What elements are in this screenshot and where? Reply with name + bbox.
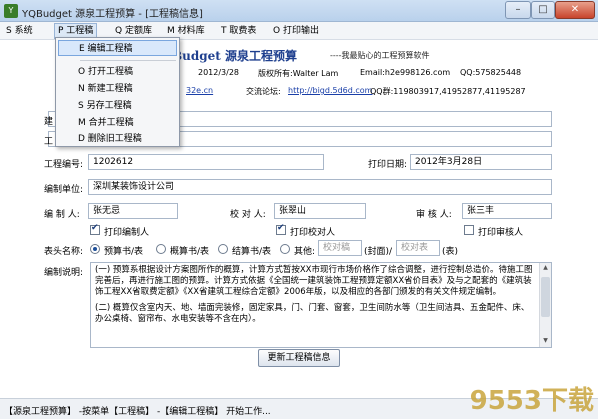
notes-textarea[interactable]: (一) 预算系根据设计方案图所作的概算，计算方式暂按XX市现行市场价格作了综合调…: [90, 262, 552, 348]
menu-quota[interactable]: Q 定额库: [115, 24, 152, 38]
radio-budget[interactable]: [90, 244, 100, 254]
banner-date: 2012/3/28: [198, 68, 240, 77]
scroll-up-icon[interactable]: ▲: [541, 264, 550, 273]
editor-field[interactable]: 张无忌: [88, 203, 178, 219]
status-text: 【源泉工程预算】 -按菜单【工程稿】 -【编辑工程稿】 开始工作...: [4, 407, 271, 417]
unit-field[interactable]: 深圳某装饰设计公司: [88, 179, 552, 195]
banner-forum-link[interactable]: http://bigd.5d6d.com: [288, 86, 372, 95]
radio-estimate-label: 概算书/表: [170, 247, 210, 257]
print-editor-label: 打印编制人: [104, 228, 150, 238]
notes-scrollbar[interactable]: ▲ ▼: [539, 263, 551, 347]
reviewer-label: 审 核 人:: [416, 210, 452, 220]
radio-budget-label: 预算书/表: [104, 247, 144, 257]
project-address-label-fragment: 工: [44, 137, 54, 147]
banner-qq: QQ:575825448: [460, 68, 522, 77]
checker-field[interactable]: 张翠山: [274, 203, 366, 219]
print-date-field[interactable]: 2012年3月28日: [410, 154, 552, 170]
title-bar: Y YQBudget 源泉工程预算 - [工程稿信息] – □ ✕: [0, 0, 598, 22]
banner-product-name: Budget 源泉工程预算: [172, 49, 298, 63]
scroll-thumb[interactable]: [541, 277, 550, 317]
menu-material[interactable]: M 材料库: [167, 24, 205, 38]
header-name-label: 表头名称:: [44, 247, 84, 257]
cover-suffix-label: (封面)/: [364, 247, 393, 257]
notes-paragraph-1: (一) 预算系根据设计方案图所作的概算，计算方式暂按XX市现行市场价格作了综合调…: [95, 265, 533, 297]
banner-forum-label: 交流论坛:: [246, 87, 281, 96]
banner-slogan: ----我最贴心的工程预算软件: [330, 51, 430, 60]
print-date-label: 打印日期:: [368, 160, 408, 170]
menu-open-project[interactable]: O 打开工程稿: [58, 64, 177, 80]
minimize-button[interactable]: –: [505, 1, 531, 19]
print-checker-label: 打印校对人: [290, 228, 336, 238]
scroll-down-icon[interactable]: ▼: [541, 337, 550, 346]
print-reviewer-checkbox[interactable]: [464, 225, 474, 235]
update-project-button[interactable]: 更新工程稿信息: [258, 349, 340, 367]
other-table-field[interactable]: 校对表: [396, 240, 440, 256]
banner-copyright: 版权所有:Walter Lam: [258, 69, 339, 78]
unit-label: 编制单位:: [44, 185, 84, 195]
menu-new-project[interactable]: N 新建工程稿: [58, 81, 177, 97]
site-watermark: 9553下载: [469, 386, 594, 416]
notes-paragraph-2: (二) 概算仅含室内天、地、墙面完装修，固定家具，门、门套、窗套，卫生间防水等（…: [95, 303, 530, 324]
radio-settlement-label: 结算书/表: [232, 247, 272, 257]
radio-settlement[interactable]: [218, 244, 228, 254]
print-editor-checkbox[interactable]: [90, 223, 100, 235]
app-icon: Y: [4, 4, 18, 18]
maximize-button[interactable]: □: [531, 1, 555, 19]
radio-other[interactable]: [280, 244, 290, 254]
project-no-label: 工程编号:: [44, 160, 84, 170]
radio-estimate[interactable]: [156, 244, 166, 254]
menu-edit-project[interactable]: E 编辑工程稿: [58, 40, 177, 56]
print-checker-checkbox[interactable]: [276, 223, 286, 235]
project-name-label-fragment: 建: [44, 117, 54, 127]
menu-delete-project[interactable]: D 删除旧工程稿: [58, 131, 177, 147]
reviewer-field[interactable]: 张三丰: [462, 203, 552, 219]
banner-qq-group: QQ群:119803917,41952877,41195287: [370, 87, 526, 96]
project-dropdown-menu: E 编辑工程稿 O 打开工程稿 N 新建工程稿 S 另存工程稿 M 合并工程稿 …: [55, 37, 180, 147]
table-suffix-label: (表): [442, 247, 459, 257]
notes-label: 编制说明:: [44, 268, 84, 278]
editor-label: 编 制 人:: [44, 210, 80, 220]
menu-system[interactable]: S 系统: [6, 24, 33, 38]
menu-merge-project[interactable]: M 合并工程稿: [58, 115, 177, 131]
print-reviewer-label: 打印审核人: [478, 228, 524, 238]
menu-print[interactable]: O 打印输出: [273, 24, 319, 38]
window-title: YQBudget 源泉工程预算 - [工程稿信息]: [22, 9, 203, 20]
checker-label: 校 对 人:: [230, 210, 266, 220]
project-no-field[interactable]: 1202612: [88, 154, 324, 170]
banner-email: Email:h2e998126.com: [360, 68, 451, 77]
notes-content: (一) 预算系根据设计方案图所作的概算，计算方式暂按XX市现行市场价格作了综合调…: [95, 265, 535, 330]
menu-separator: [80, 60, 176, 61]
radio-other-label: 其他:: [294, 247, 316, 257]
other-cover-field[interactable]: 校对稿: [318, 240, 362, 256]
menu-tables[interactable]: T 取费表: [221, 24, 256, 38]
banner-site-link[interactable]: 32e.cn: [186, 86, 213, 95]
menu-saveas-project[interactable]: S 另存工程稿: [58, 98, 177, 114]
close-button[interactable]: ✕: [555, 1, 595, 19]
